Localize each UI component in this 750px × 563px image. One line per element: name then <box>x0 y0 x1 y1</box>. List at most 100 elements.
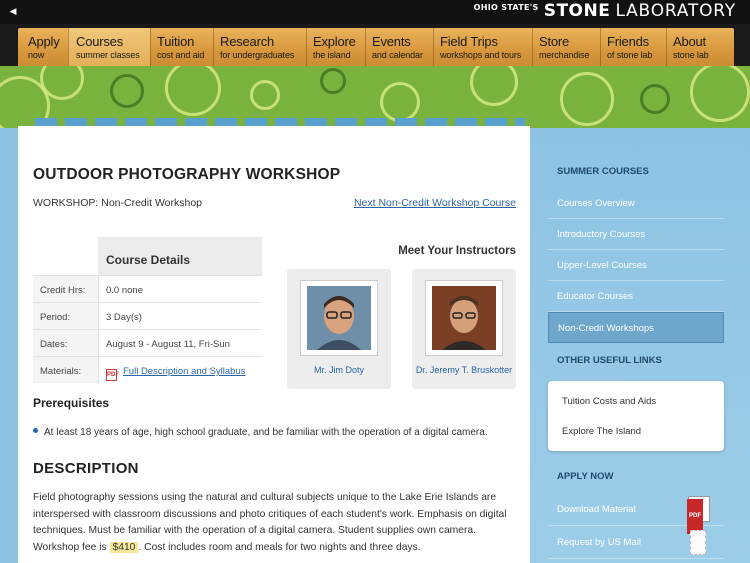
summer-courses-heading: SUMMER COURSES <box>557 166 649 177</box>
nav-sub: stone lab <box>673 50 709 60</box>
swirl-decoration <box>560 72 614 126</box>
nav-explore[interactable]: Explore the island <box>306 28 365 70</box>
detail-value: August 9 - August 11, Fri-Sun <box>98 330 262 356</box>
request-label: Request by US Mail <box>557 537 641 548</box>
detail-label: Period: <box>33 303 98 329</box>
nav-events[interactable]: Events and calendar <box>365 28 433 70</box>
site-logo[interactable]: OHIO STATE'S STONE LABORATORY <box>474 1 736 21</box>
apply-now-heading: APPLY NOW <box>557 471 614 482</box>
sidebar: SUMMER COURSES Courses Overview Introduc… <box>548 160 724 559</box>
instructor-photo[interactable] <box>300 280 378 356</box>
nav-title: Store <box>539 34 570 49</box>
nav-about[interactable]: About stone lab <box>666 28 734 70</box>
sidebar-item-courses-overview[interactable]: Courses Overview <box>548 188 724 219</box>
course-details-table: Course Details Credit Hrs: 0.0 none Peri… <box>33 237 262 383</box>
pdf-icon <box>687 496 710 534</box>
nav-sub: merchandise <box>539 50 590 60</box>
nav-strip: Apply now Courses summer classes Tuition… <box>18 28 734 70</box>
swirl-decoration <box>250 80 280 110</box>
swirl-decoration <box>470 66 518 106</box>
nav-sub: of stone lab <box>607 50 653 60</box>
prerequisites-heading: Prerequisites <box>33 396 110 410</box>
useful-links-box: Tuition Costs and Aids Explore The Islan… <box>548 381 724 451</box>
swirl-decoration <box>640 84 670 114</box>
nav-courses[interactable]: Courses summer classes <box>68 28 150 70</box>
next-course-link[interactable]: Next Non-Credit Workshop Course <box>354 197 516 209</box>
instructor-card[interactable]: Dr. Jeremy T. Bruskotter <box>412 269 516 389</box>
link-explore-island[interactable]: Explore The Island <box>548 417 724 447</box>
instructor-name[interactable]: Mr. Jim Doty <box>287 365 391 375</box>
mail-icon <box>690 530 706 555</box>
instructors-heading: Meet Your Instructors <box>398 245 516 257</box>
swirl-decoration <box>320 68 346 94</box>
dashed-divider <box>35 118 525 126</box>
back-arrow-icon[interactable]: ◀ <box>6 4 20 18</box>
detail-value: 3 Day(s) <box>98 303 262 329</box>
nav-sub: summer classes <box>76 50 140 60</box>
swirl-decoration <box>380 82 420 122</box>
table-row: Credit Hrs: 0.0 none <box>33 275 262 302</box>
logo-prefix: OHIO STATE'S <box>473 3 539 12</box>
table-row: Materials: PDF Full Description and Sylla… <box>33 356 262 383</box>
person-avatar-icon <box>307 286 371 350</box>
syllabus-link[interactable]: Full Description and Syllabus <box>123 366 246 377</box>
logo-name: STONE <box>543 1 611 21</box>
nav-tuition[interactable]: Tuition cost and aid <box>150 28 213 70</box>
description-part: . Cost includes room and meals for two n… <box>138 541 421 553</box>
instructor-photo[interactable] <box>425 280 503 356</box>
instructor-card[interactable]: Mr. Jim Doty <box>287 269 391 389</box>
detail-label: Materials: <box>33 357 98 383</box>
top-bar: ◀ OHIO STATE'S STONE LABORATORY <box>0 0 750 24</box>
detail-label: Dates: <box>33 330 98 356</box>
nav-field-trips[interactable]: Field Trips workshops and tours <box>433 28 532 70</box>
nav-research[interactable]: Research for undergraduates <box>213 28 306 70</box>
request-by-mail-link[interactable]: Request by US Mail <box>548 526 724 559</box>
course-details-heading: Course Details <box>98 237 262 275</box>
pdf-icon: PDF <box>106 369 119 381</box>
logo-suffix: LABORATORY <box>615 1 736 21</box>
swirl-decoration <box>165 66 221 116</box>
nav-title: Explore <box>313 34 356 49</box>
person-avatar-icon <box>432 286 496 350</box>
sidebar-item-educator-courses[interactable]: Educator Courses <box>548 281 724 312</box>
list-item: At least 18 years of age, high school gr… <box>33 427 488 438</box>
page-title: OUTDOOR PHOTOGRAPHY WORKSHOP <box>33 166 341 183</box>
swirl-decoration <box>690 66 750 122</box>
nav-sub: cost and aid <box>157 50 205 60</box>
bullet-icon <box>33 428 38 433</box>
main-nav: Apply now Courses summer classes Tuition… <box>0 24 750 70</box>
description-text: Field photography sessions using the nat… <box>33 490 518 556</box>
nav-friends[interactable]: Friends of stone lab <box>600 28 666 70</box>
table-row: Period: 3 Day(s) <box>33 302 262 329</box>
sidebar-item-introductory-courses[interactable]: Introductory Courses <box>548 219 724 250</box>
sidebar-item-upper-level-courses[interactable]: Upper-Level Courses <box>548 250 724 281</box>
prerequisite-text: At least 18 years of age, high school gr… <box>44 427 488 438</box>
download-label: Download Material <box>557 504 636 515</box>
nav-title: Research <box>220 34 275 49</box>
nav-sub: workshops and tours <box>440 50 522 60</box>
nav-sub: for undergraduates <box>220 50 295 60</box>
detail-value: 0.0 none <box>98 276 262 302</box>
nav-sub: and calendar <box>372 50 423 60</box>
nav-title: Tuition <box>157 34 195 49</box>
nav-title: Courses <box>76 34 124 49</box>
useful-links-heading: OTHER USEFUL LINKS <box>557 355 662 366</box>
nav-title: Friends <box>607 34 649 49</box>
detail-value: PDF Full Description and Syllabus <box>98 357 262 383</box>
main-content: OUTDOOR PHOTOGRAPHY WORKSHOP WORKSHOP: N… <box>18 126 530 563</box>
nav-store[interactable]: Store merchandise <box>532 28 600 70</box>
description-heading: DESCRIPTION <box>33 460 139 477</box>
table-row: Dates: August 9 - August 11, Fri-Sun <box>33 329 262 356</box>
nav-title: About <box>673 34 706 49</box>
fee-highlight: $410 <box>109 541 139 553</box>
nav-title: Events <box>372 34 411 49</box>
nav-sub: the island <box>313 50 351 60</box>
detail-label: Credit Hrs: <box>33 276 98 302</box>
link-tuition-costs[interactable]: Tuition Costs and Aids <box>548 387 724 417</box>
course-subtitle: WORKSHOP: Non-Credit Workshop <box>33 197 203 209</box>
sidebar-item-non-credit-workshops[interactable]: Non-Credit Workshops <box>548 312 724 343</box>
instructor-name[interactable]: Dr. Jeremy T. Bruskotter <box>412 365 516 375</box>
nav-title: Field Trips <box>440 34 498 49</box>
download-material-link[interactable]: Download Material <box>548 493 724 534</box>
swirl-decoration <box>110 74 144 108</box>
